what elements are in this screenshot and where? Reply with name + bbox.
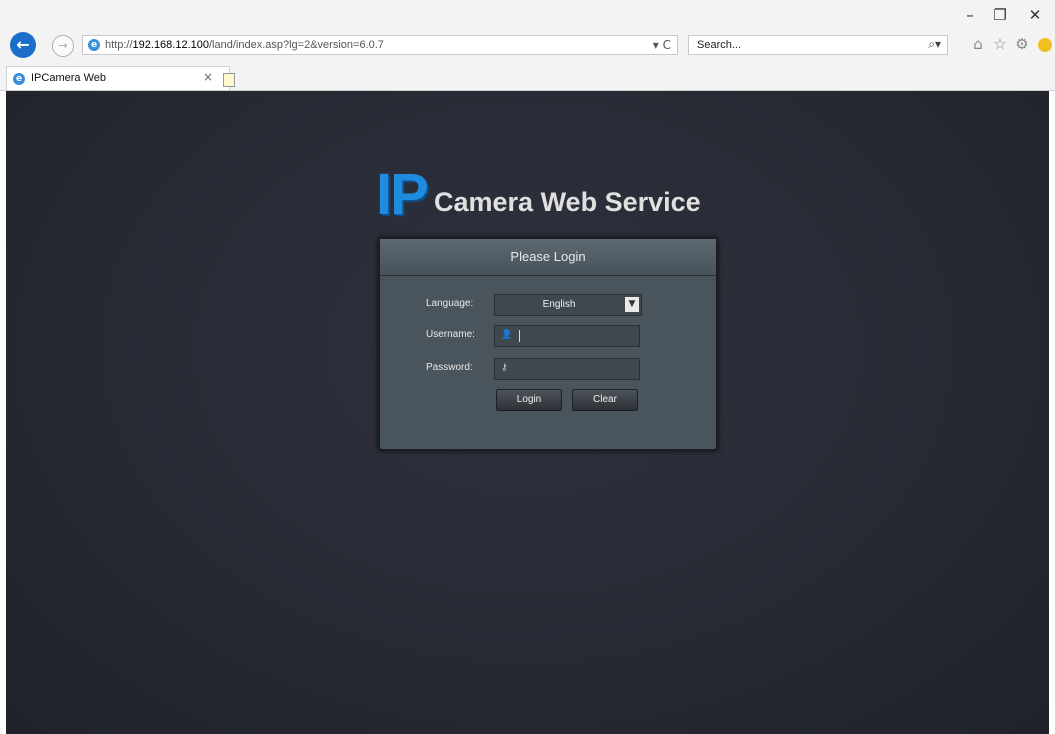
search-input[interactable]: Search... bbox=[697, 39, 741, 51]
forward-icon[interactable]: → bbox=[52, 35, 74, 57]
refresh-icon[interactable]: ▾ C bbox=[653, 38, 671, 52]
feedback-icon[interactable] bbox=[1038, 38, 1052, 52]
language-label: Language: bbox=[426, 298, 474, 309]
key-icon: ⚷ bbox=[501, 363, 508, 373]
search-box[interactable]: Search... ⌕▾ bbox=[688, 35, 948, 55]
address-bar[interactable]: e http://192.168.12.100/land/index.asp?l… bbox=[82, 35, 678, 55]
new-tab-icon[interactable] bbox=[223, 73, 235, 87]
password-input[interactable]: ⚷ bbox=[494, 358, 640, 380]
login-panel-header: Please Login bbox=[380, 239, 716, 276]
page-viewport: IP Camera Web Service Please Login Langu… bbox=[6, 91, 1049, 734]
tab-ipcamera[interactable]: e IPCamera Web × bbox=[6, 66, 235, 90]
browser-chrome: – ❐ ✕ ← → e http://192.168.12.100/land/i… bbox=[0, 0, 1055, 91]
minimize-button[interactable]: – bbox=[955, 6, 985, 24]
language-select[interactable]: English ▼ bbox=[494, 294, 642, 316]
username-input[interactable]: 👤 bbox=[494, 325, 640, 347]
login-panel-title: Please Login bbox=[510, 249, 586, 264]
home-icon[interactable]: ⌂ bbox=[968, 35, 988, 53]
ie-icon: e bbox=[88, 39, 100, 51]
chevron-down-icon[interactable]: ▼ bbox=[625, 297, 639, 312]
settings-icon[interactable]: ⚙ bbox=[1012, 35, 1032, 53]
password-label: Password: bbox=[426, 362, 473, 373]
back-icon[interactable]: ← bbox=[10, 32, 36, 58]
tab-close-icon[interactable]: × bbox=[203, 70, 213, 84]
login-button[interactable]: Login bbox=[496, 389, 562, 411]
restore-button[interactable]: ❐ bbox=[985, 6, 1015, 24]
text-cursor bbox=[519, 330, 520, 342]
logo-title: Camera Web Service bbox=[434, 187, 701, 217]
ie-icon: e bbox=[13, 73, 25, 85]
clear-button[interactable]: Clear bbox=[572, 389, 638, 411]
close-button[interactable]: ✕ bbox=[1020, 6, 1050, 24]
login-panel: Please Login Language: English ▼ Usernam… bbox=[378, 237, 718, 451]
search-icon[interactable]: ⌕▾ bbox=[928, 37, 941, 52]
logo-ip: IP bbox=[376, 162, 429, 227]
tab-title: IPCamera Web bbox=[31, 72, 106, 84]
language-value: English bbox=[542, 299, 576, 310]
username-label: Username: bbox=[426, 329, 475, 340]
favorites-icon[interactable]: ☆ bbox=[990, 35, 1010, 53]
user-icon: 👤 bbox=[501, 330, 513, 340]
address-url: http://192.168.12.100/land/index.asp?lg=… bbox=[105, 39, 384, 51]
